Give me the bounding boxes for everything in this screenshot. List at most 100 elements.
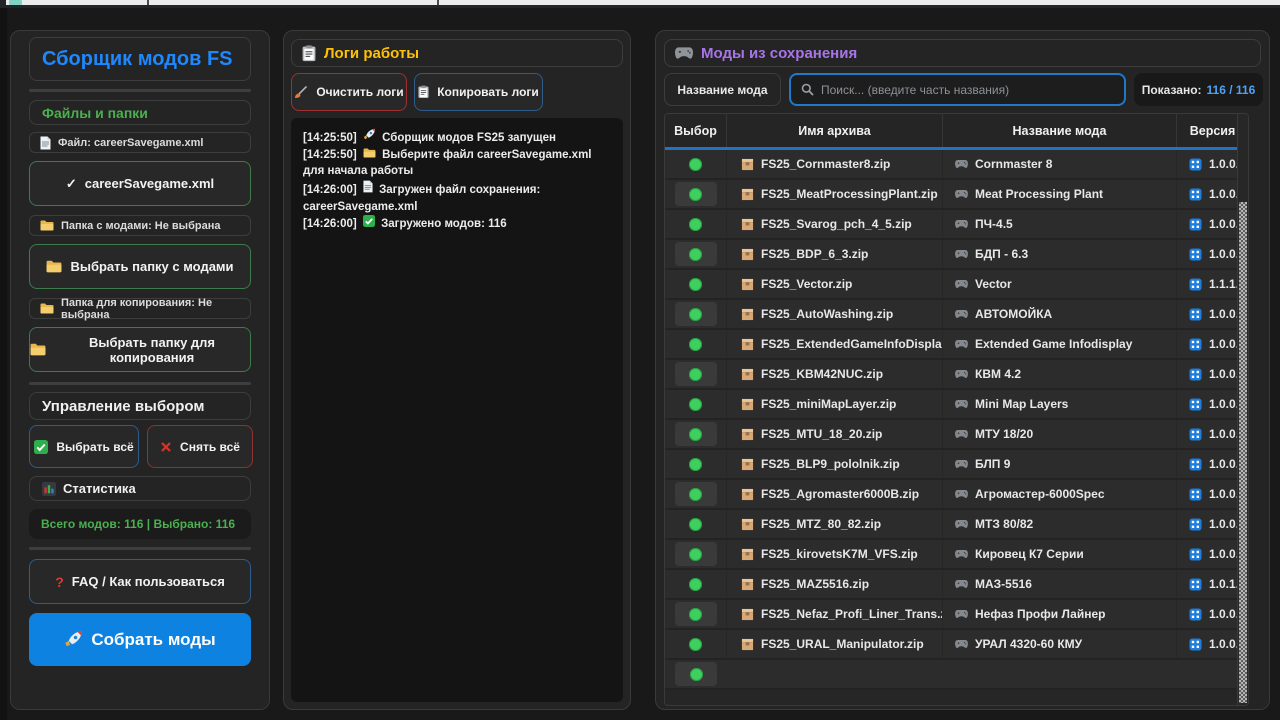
mod-name: АВТОМОЙКА: [975, 307, 1052, 321]
select-cell[interactable]: [665, 360, 727, 388]
table-row[interactable]: FS25_Vector.zipVector1.1.1.1: [665, 270, 1248, 300]
mods-header: Моды из сохранения: [664, 39, 1261, 67]
select-copy-folder-button[interactable]: Выбрать папку для копирования: [29, 327, 251, 372]
gamepad-icon: [955, 340, 968, 348]
selected-indicator[interactable]: [690, 668, 703, 681]
selected-indicator[interactable]: [689, 608, 702, 621]
log-text: Сборщик модов FS25 запущен: [379, 132, 556, 144]
select-cell[interactable]: [665, 210, 727, 238]
selected-indicator[interactable]: [689, 578, 702, 591]
faq-button[interactable]: ? FAQ / Как пользоваться: [29, 559, 251, 604]
clipboard-icon: [418, 85, 429, 99]
gamepad-icon: [955, 160, 968, 168]
column-header-select[interactable]: Выбор: [665, 114, 727, 147]
selected-indicator[interactable]: [689, 428, 702, 441]
archive-name: FS25_Agromaster6000B.zip: [761, 487, 919, 501]
selected-indicator[interactable]: [689, 188, 702, 201]
table-row[interactable]: [665, 660, 1248, 690]
select-mods-folder-button[interactable]: Выбрать папку с модами: [29, 244, 251, 289]
archive-name-cell: FS25_Agromaster6000B.zip: [727, 480, 943, 508]
mod-name: Extended Game Infodisplay: [975, 337, 1132, 351]
select-cell[interactable]: [665, 330, 727, 358]
select-all-button[interactable]: Выбрать всё: [29, 425, 139, 468]
version-icon: [1189, 548, 1202, 561]
archive-icon: [741, 548, 754, 561]
selected-indicator[interactable]: [689, 548, 702, 561]
select-cell[interactable]: [665, 660, 727, 688]
table-row[interactable]: FS25_Agromaster6000B.zipАгромастер-6000S…: [665, 480, 1248, 510]
selected-indicator[interactable]: [689, 218, 702, 231]
table-row[interactable]: FS25_Nefaz_Profi_Liner_Trans.zipНефаз Пр…: [665, 600, 1248, 630]
column-header-archive[interactable]: Имя архива: [727, 114, 943, 147]
select-cell[interactable]: [665, 240, 727, 268]
mod-name: БЛП 9: [975, 457, 1010, 471]
select-savegame-button[interactable]: ✓ careerSavegame.xml: [29, 161, 251, 206]
selected-indicator[interactable]: [689, 518, 702, 531]
selected-indicator[interactable]: [689, 638, 702, 651]
clipboard-icon: [302, 45, 316, 62]
select-cell[interactable]: [665, 450, 727, 478]
select-cell[interactable]: [665, 510, 727, 538]
copy-logs-button[interactable]: Копировать логи: [414, 73, 543, 111]
selected-indicator[interactable]: [689, 308, 702, 321]
column-header-name[interactable]: Название мода: [943, 114, 1177, 147]
select-cell[interactable]: [665, 150, 727, 178]
folder-icon: [40, 303, 54, 314]
table-row[interactable]: FS25_ExtendedGameInfoDisplay.zipExtended…: [665, 330, 1248, 360]
selected-indicator[interactable]: [689, 488, 702, 501]
collect-mods-button[interactable]: Собрать моды: [29, 613, 251, 666]
deselect-all-button[interactable]: Снять всё: [147, 425, 253, 468]
select-cell[interactable]: [665, 180, 727, 208]
selected-indicator[interactable]: [689, 278, 702, 291]
archive-icon: [741, 338, 754, 351]
selected-indicator[interactable]: [689, 398, 702, 411]
browser-tab-strip: [6, 0, 1280, 5]
log-output[interactable]: [14:25:50] Сборщик модов FS25 запущен[14…: [291, 118, 623, 702]
table-row[interactable]: FS25_MeatProcessingPlant.zipMeat Process…: [665, 180, 1248, 210]
select-cell[interactable]: [665, 420, 727, 448]
mod-name-cell: МАЗ-5516: [943, 570, 1177, 598]
table-row[interactable]: FS25_kirovetsK7M_VFS.zipКировец К7 Серии…: [665, 540, 1248, 570]
table-scrollbar[interactable]: [1237, 114, 1248, 705]
select-cell[interactable]: [665, 390, 727, 418]
selected-indicator[interactable]: [689, 248, 702, 261]
select-cell[interactable]: [665, 480, 727, 508]
select-cell[interactable]: [665, 570, 727, 598]
version-icon: [1189, 638, 1202, 651]
mod-name-cell: Vector: [943, 270, 1177, 298]
stats-value: Всего модов: 116 | Выбрано: 116: [29, 509, 251, 539]
selected-indicator[interactable]: [689, 338, 702, 351]
selected-indicator[interactable]: [689, 368, 702, 381]
archive-icon: [741, 278, 754, 291]
savegame-file-label: Файл: careerSavegame.xml: [29, 132, 251, 153]
selected-indicator[interactable]: [689, 158, 702, 171]
table-row[interactable]: FS25_miniMapLayer.zipMini Map Layers1.0.…: [665, 390, 1248, 420]
archive-name: FS25_Vector.zip: [761, 277, 852, 291]
selected-indicator[interactable]: [689, 458, 702, 471]
bar-chart-icon: [42, 482, 56, 496]
select-cell[interactable]: [665, 270, 727, 298]
scrollbar-thumb[interactable]: [1239, 202, 1247, 703]
table-row[interactable]: FS25_BLP9_pololnik.zipБЛП 91.0.0.0: [665, 450, 1248, 480]
log-text: Загружено модов: 116: [378, 218, 507, 230]
archive-icon: [741, 488, 754, 501]
select-cell[interactable]: [665, 600, 727, 628]
table-row[interactable]: FS25_URAL_Manipulator.zipУРАЛ 4320-60 КМ…: [665, 630, 1248, 660]
table-header-row: Выбор Имя архива Название мода Версия: [665, 114, 1248, 150]
table-row[interactable]: FS25_Svarog_pch_4_5.zipПЧ-4.51.0.0.0: [665, 210, 1248, 240]
table-row[interactable]: FS25_MTU_18_20.zipМТУ 18/201.0.0.0: [665, 420, 1248, 450]
table-row[interactable]: FS25_AutoWashing.zipАВТОМОЙКА1.0.0.1: [665, 300, 1248, 330]
select-cell[interactable]: [665, 540, 727, 568]
stats-section-heading: Статистика: [29, 476, 251, 501]
clear-logs-button[interactable]: Очистить логи: [291, 73, 407, 111]
table-row[interactable]: FS25_BDP_6_3.zipБДП - 6.31.0.0.1: [665, 240, 1248, 270]
table-row[interactable]: FS25_MAZ5516.zipМАЗ-55161.0.1.0: [665, 570, 1248, 600]
search-input[interactable]: [821, 83, 1124, 97]
gamepad-icon: [955, 190, 968, 198]
table-row[interactable]: FS25_MTZ_80_82.zipМТЗ 80/821.0.0.0: [665, 510, 1248, 540]
file-icon: [363, 180, 373, 193]
select-cell[interactable]: [665, 300, 727, 328]
select-cell[interactable]: [665, 630, 727, 658]
table-row[interactable]: FS25_Cornmaster8.zipCornmaster 81.0.0.3: [665, 150, 1248, 180]
table-row[interactable]: FS25_KBM42NUC.zipКВМ 4.21.0.0.0: [665, 360, 1248, 390]
